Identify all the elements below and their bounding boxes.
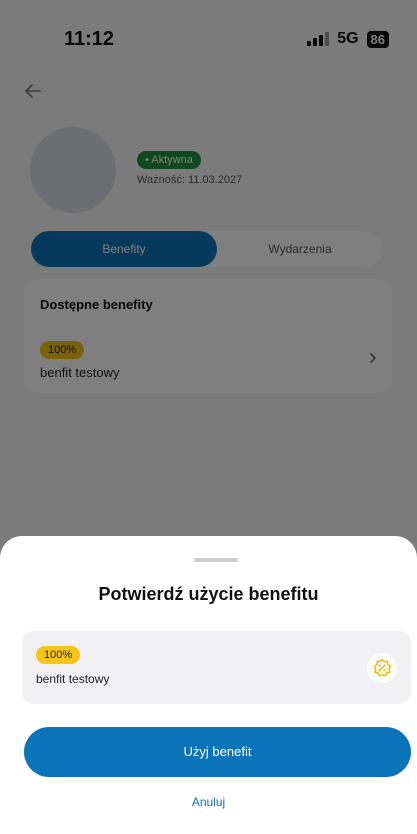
benefit-name: benfit testowy <box>36 672 110 686</box>
confirm-bottom-sheet: Potwierdź użycie benefitu 100% benfit te… <box>0 536 417 834</box>
discount-badge-icon <box>367 653 397 683</box>
sheet-grabber[interactable] <box>194 558 238 562</box>
use-benefit-button[interactable]: Użyj benefit <box>24 727 411 777</box>
sheet-title: Potwierdź użycie benefitu <box>98 584 319 604</box>
discount-badge: 100% <box>36 646 81 664</box>
cancel-button[interactable]: Anuluj <box>0 795 417 809</box>
selected-benefit-card: 100% benfit testowy <box>22 631 411 704</box>
